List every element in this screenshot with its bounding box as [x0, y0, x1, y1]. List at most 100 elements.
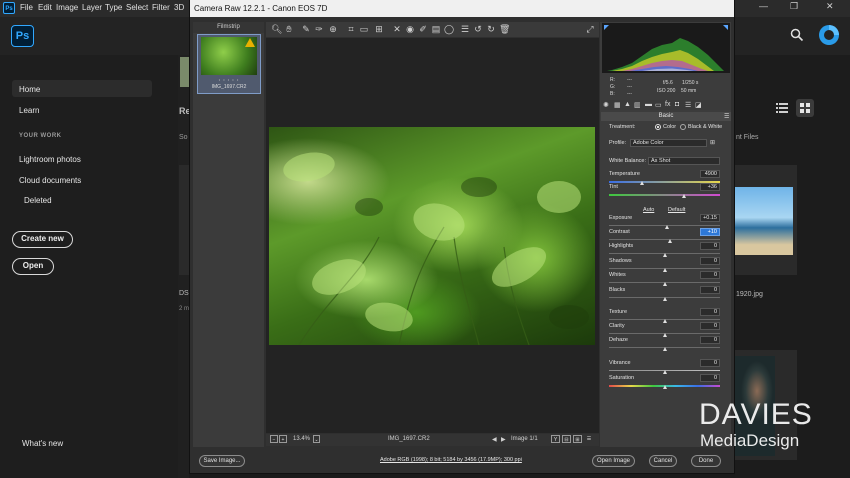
minimize-icon[interactable]: — [759, 1, 768, 11]
radial-filter-icon[interactable]: ◯ [444, 24, 454, 34]
fullscreen-icon[interactable]: ⤢ [585, 24, 595, 34]
slider-value-input[interactable]: 0 [700, 271, 720, 279]
before-after-button[interactable]: Y [551, 435, 560, 443]
search-icon[interactable] [790, 28, 804, 42]
menu-image[interactable]: Image [56, 3, 78, 12]
prev-image-icon[interactable]: ◀ [492, 436, 497, 443]
slider-value-input[interactable]: 0 [700, 257, 720, 265]
recent-files-tab[interactable]: nt Files [736, 134, 759, 141]
slider-handle[interactable] [668, 239, 672, 243]
rotate-right-icon[interactable]: ↻ [486, 24, 496, 34]
list-view-icon[interactable] [776, 103, 788, 113]
slider-value-input[interactable]: 0 [700, 374, 720, 382]
side-by-side-button[interactable]: ⊞ [573, 435, 582, 443]
color-radio[interactable] [655, 124, 661, 130]
slider-track[interactable] [609, 194, 720, 196]
adjustment-brush-icon[interactable]: ✐ [418, 24, 428, 34]
menu-file[interactable]: File [20, 3, 33, 12]
slider-handle[interactable] [663, 297, 667, 301]
graduated-filter-icon[interactable]: ▤ [431, 24, 441, 34]
nav-learn[interactable]: Learn [19, 106, 39, 115]
nav-deleted[interactable]: Deleted [24, 196, 52, 205]
panel-menu-icon[interactable]: ☰ [724, 113, 729, 120]
view-menu-button[interactable]: ☰ [584, 435, 594, 443]
bw-radio[interactable] [680, 124, 686, 130]
auto-link[interactable]: Auto [643, 207, 654, 213]
slider-handle[interactable] [663, 253, 667, 257]
grid-view-button[interactable] [796, 99, 814, 117]
split-view-button[interactable]: ⊟ [562, 435, 571, 443]
slider-handle[interactable] [663, 333, 667, 337]
slider-value-input[interactable]: 0 [700, 308, 720, 316]
slider-value-input[interactable]: 4900 [700, 170, 720, 178]
whats-new-link[interactable]: What's new [22, 439, 63, 448]
nav-cloud-documents[interactable]: Cloud documents [19, 176, 81, 185]
fx-tab-icon[interactable]: fx [665, 101, 670, 108]
zoom-in-button[interactable]: + [279, 435, 287, 443]
straighten-tool-icon[interactable]: ▭ [359, 24, 369, 34]
done-button[interactable]: Done [691, 455, 721, 467]
slider-handle[interactable] [663, 370, 667, 374]
menu-3d[interactable]: 3D [174, 3, 184, 12]
hsl-tab-icon[interactable]: ▥ [634, 101, 641, 109]
tone-curve-tab-icon[interactable]: ▦ [614, 101, 621, 109]
maximize-icon[interactable]: ❐ [790, 1, 798, 12]
slider-handle[interactable] [640, 181, 644, 185]
menu-filter[interactable]: Filter [152, 3, 170, 12]
slider-value-input[interactable]: 0 [700, 336, 720, 344]
color-sampler-icon[interactable]: ✑ [314, 24, 324, 34]
default-link[interactable]: Default [668, 207, 685, 213]
slider-track[interactable] [609, 239, 720, 240]
slider-value-input[interactable]: 0 [700, 286, 720, 294]
open-image-button[interactable]: Open Image [592, 455, 635, 467]
crop-tool-icon[interactable]: ⌗ [346, 24, 356, 34]
hand-tool-icon[interactable]: ✋︎ [284, 24, 294, 34]
slider-handle[interactable] [665, 225, 669, 229]
slider-handle[interactable] [663, 319, 667, 323]
calibration-tab-icon[interactable]: ◘ [675, 101, 679, 108]
zoom-out-button[interactable]: − [270, 435, 278, 443]
slider-handle[interactable] [663, 268, 667, 272]
cancel-button[interactable]: Cancel [649, 455, 677, 467]
slider-value-input[interactable]: +0.15 [700, 214, 720, 222]
white-balance-tool-icon[interactable]: ✎ [301, 24, 311, 34]
slider-value-input[interactable]: +36 [700, 183, 720, 191]
transform-tool-icon[interactable]: ⊞ [374, 24, 384, 34]
create-new-button[interactable]: Create new [12, 231, 73, 248]
snapshots-tab-icon[interactable]: ◪ [695, 101, 702, 109]
zoom-level[interactable]: 13.4% [293, 436, 310, 442]
slider-handle[interactable] [682, 194, 686, 198]
nav-lightroom-photos[interactable]: Lightroom photos [19, 155, 81, 164]
slider-value-input[interactable]: 0 [700, 242, 720, 250]
preview-image[interactable] [269, 127, 595, 345]
menu-edit[interactable]: Edit [38, 3, 52, 12]
zoom-tool-icon[interactable]: 🔍︎ [271, 24, 282, 34]
next-image-icon[interactable]: ▶ [501, 436, 506, 443]
cloud-storage-icon[interactable] [818, 24, 840, 46]
slider-handle[interactable] [663, 347, 667, 351]
white-balance-dropdown[interactable]: As Shot [648, 157, 720, 165]
spot-removal-icon[interactable]: ✕ [392, 24, 402, 34]
slider-value-input[interactable]: 0 [700, 322, 720, 330]
targeted-adjustment-icon[interactable]: ⊕ [328, 24, 338, 34]
slider-value-input[interactable]: +10 [700, 228, 720, 236]
rotate-left-icon[interactable]: ↺ [473, 24, 483, 34]
detail-tab-icon[interactable]: ▲ [624, 101, 631, 108]
nav-home[interactable]: Home [19, 85, 40, 94]
preferences-icon[interactable]: ☰ [460, 24, 470, 34]
zoom-dropdown[interactable]: ⌄ [313, 435, 320, 443]
save-image-button[interactable]: Save Image... [199, 455, 245, 467]
profile-browser-icon[interactable]: ⊞ [710, 139, 715, 146]
slider-handle[interactable] [663, 385, 667, 389]
menu-layer[interactable]: Layer [82, 3, 102, 12]
menu-type[interactable]: Type [105, 3, 122, 12]
workflow-options-link[interactable]: Adobe RGB (1998); 8 bit; 5184 by 3456 (1… [380, 457, 522, 463]
profile-dropdown[interactable]: Adobe Color [630, 139, 707, 147]
split-toning-tab-icon[interactable]: ▬ [645, 101, 652, 108]
presets-tab-icon[interactable]: ☰ [685, 101, 691, 109]
trash-icon[interactable]: 🗑︎ [499, 24, 510, 34]
lens-tab-icon[interactable]: ▭ [655, 101, 662, 109]
basic-tab-icon[interactable]: ✺ [603, 101, 609, 109]
slider-value-input[interactable]: 0 [700, 359, 720, 367]
slider-handle[interactable] [663, 282, 667, 286]
